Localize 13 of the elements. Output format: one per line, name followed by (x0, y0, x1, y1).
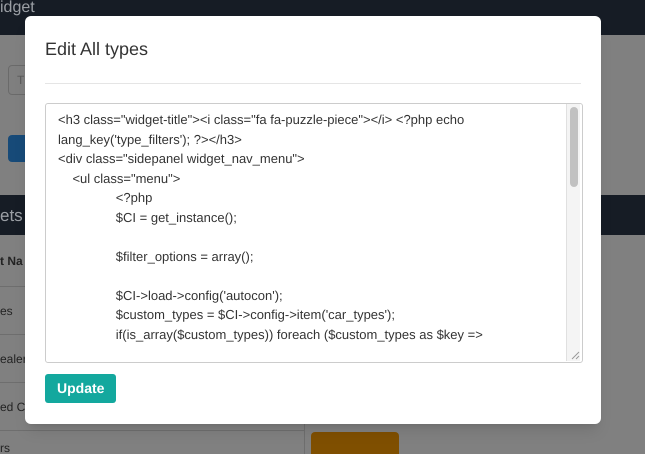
table-cell-text: es (0, 302, 13, 320)
table-cell-text: rs (0, 440, 10, 454)
table-cell-text: ed C (0, 398, 26, 416)
code-editor[interactable] (45, 103, 583, 363)
section-title: ets (0, 206, 23, 224)
header-title: idget (0, 0, 35, 16)
resize-grip-icon[interactable] (571, 351, 580, 360)
modal-title: Edit All types (45, 38, 148, 61)
code-text: <h3 class="widget-title"><i class="fa fa-puzzle-piece"></i> <?php echo lang_key('type_filters'); ?></h3> <div class="sidepanel widget_nav_menu"> <ul class="menu"> <?php $CI = get_instance(); $filter_options = array(); $CI->load->config('autocon'); $custom_types = $CI->config->item('car_types'); if(is_array($custom_types)) foreach ($custom_types as $key => (57, 111, 484, 344)
update-button[interactable]: Update (45, 374, 116, 403)
scrollbar-thumb[interactable] (570, 107, 578, 187)
column-header: t Na (0, 252, 23, 270)
table-cell-text: ealer (0, 350, 27, 368)
